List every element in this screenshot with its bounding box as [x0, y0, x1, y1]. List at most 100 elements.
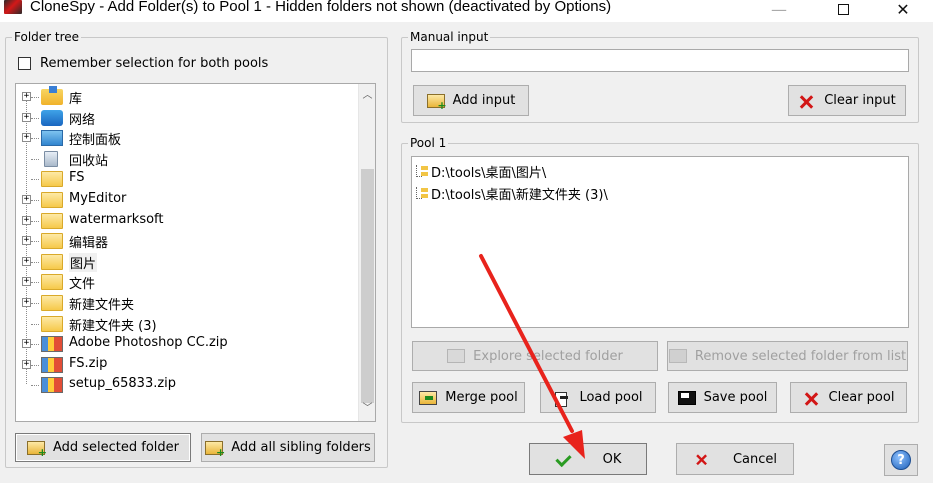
tree-expand-icon[interactable]: + — [22, 195, 31, 204]
tree-item-label: 网络 — [69, 112, 96, 128]
tree-item[interactable]: + 控制面板 — [16, 128, 356, 148]
tree-vertical-scrollbar[interactable]: ︿ ﹀ — [358, 84, 375, 421]
maximize-icon — [837, 3, 849, 15]
tree-expand-icon[interactable]: + — [22, 277, 31, 287]
tree-item[interactable]: + 图片 — [16, 252, 356, 272]
tree-item-label: 图片 — [69, 252, 98, 272]
tree-item-label: Adobe Photoshop CC.zip — [69, 335, 228, 351]
folder-icon — [41, 253, 63, 270]
zip-icon — [41, 377, 63, 394]
explore-selected-folder-button[interactable]: Explore selected folder — [412, 341, 658, 371]
tree-item-label: watermarksoft — [69, 211, 164, 227]
tree-expand-icon[interactable]: + — [22, 92, 31, 101]
tree-expand-icon[interactable]: + — [22, 236, 31, 246]
add-input-icon — [426, 93, 447, 112]
tree-item-label: FS.zip — [69, 355, 108, 371]
scroll-down-arrow-icon[interactable]: ﹀ — [359, 400, 376, 417]
scroll-up-arrow-icon[interactable]: ︿ — [359, 87, 376, 104]
add-siblings-icon — [205, 440, 225, 459]
pool-group-label: Pool 1 — [408, 136, 449, 150]
remove-selected-folder-button[interactable]: Remove selected folder from list — [667, 341, 908, 371]
remember-selection-label: Remember selection for both pools — [40, 56, 269, 71]
network-icon — [41, 109, 63, 126]
minimize-button[interactable]: — — [756, 0, 802, 19]
minimize-icon: — — [771, 0, 787, 19]
save-pool-icon — [677, 390, 696, 405]
help-button[interactable]: ? — [884, 444, 918, 476]
ok-button[interactable]: OK — [529, 443, 647, 475]
tree-item-label: FS — [69, 170, 85, 186]
cancel-button[interactable]: Cancel — [676, 443, 794, 475]
control-panel-icon — [41, 130, 63, 147]
tree-connector — [31, 138, 39, 140]
clear-pool-button[interactable]: Clear pool — [790, 382, 907, 413]
tree-item-label: 新建文件夹 (3) — [69, 318, 157, 334]
folder-icon — [41, 212, 63, 229]
clear-input-button[interactable]: Clear input — [788, 85, 906, 116]
tree-item[interactable]: + 网络 — [16, 108, 356, 128]
add-input-button[interactable]: Add input — [413, 85, 529, 116]
tree-item-label: 新建文件夹 — [69, 298, 135, 313]
load-pool-label: Load pool — [579, 390, 643, 405]
tree-expand-icon[interactable]: + — [22, 298, 31, 307]
load-pool-button[interactable]: Load pool — [540, 382, 656, 413]
recycle-bin-icon — [44, 150, 58, 167]
remove-folder-icon — [668, 349, 687, 363]
folder-tree[interactable]: + 库 + 网络 + 控制面板 回收站 FS + MyEditor + watermarksoft + 编… — [15, 83, 376, 422]
tree-connector — [31, 344, 39, 346]
window-title: CloneSpy - Add Folder(s) to Pool 1 - Hid… — [30, 0, 612, 15]
remember-selection-checkbox[interactable] — [18, 57, 31, 70]
tree-item[interactable]: + 库 — [16, 86, 356, 107]
cancel-x-icon — [695, 453, 709, 464]
tree-expand-icon[interactable]: + — [22, 339, 31, 349]
scrollbar-thumb[interactable] — [361, 169, 374, 403]
merge-pool-button[interactable]: Merge pool — [412, 382, 525, 413]
tree-item[interactable]: setup_65833.zip — [16, 375, 356, 395]
tree-item[interactable]: + 编辑器 — [16, 231, 356, 251]
tree-connector — [31, 282, 39, 284]
tree-item-label: 库 — [69, 92, 83, 107]
tree-item[interactable]: 回收站 — [16, 149, 356, 169]
save-pool-button[interactable]: Save pool — [668, 382, 777, 413]
tree-item[interactable]: 新建文件夹 (3) — [16, 314, 356, 334]
tree-item-label: MyEditor — [69, 191, 127, 206]
folder-icon — [41, 233, 63, 250]
add-selected-folder-button[interactable]: Add selected folder — [15, 433, 191, 462]
tree-connector — [31, 261, 39, 263]
close-button[interactable]: ✕ — [880, 0, 926, 19]
pool-list-item[interactable]: D:\tools\桌面\新建文件夹 (3)\ — [415, 184, 608, 203]
tree-item[interactable]: + watermarksoft — [16, 211, 356, 231]
pool-folder-list[interactable]: D:\tools\桌面\图片\ D:\tools\桌面\新建文件夹 (3)\ — [411, 156, 909, 328]
add-all-sibling-folders-button[interactable]: Add all sibling folders — [201, 433, 375, 462]
tree-expand-icon[interactable]: + — [22, 359, 31, 369]
tree-item[interactable]: + Adobe Photoshop CC.zip — [16, 334, 356, 354]
title-bar: CloneSpy - Add Folder(s) to Pool 1 - Hid… — [0, 0, 933, 22]
tree-connector — [31, 97, 39, 98]
help-icon: ? — [891, 450, 911, 470]
add-all-sibling-folders-label: Add all sibling folders — [231, 440, 371, 455]
tree-item[interactable]: FS — [16, 169, 356, 189]
manual-input-group-label: Manual input — [408, 30, 491, 44]
add-input-label: Add input — [452, 93, 516, 108]
pool-list-item[interactable]: D:\tools\桌面\图片\ — [415, 162, 546, 181]
tree-expand-icon[interactable]: + — [22, 112, 31, 122]
tree-item[interactable]: + FS.zip — [16, 355, 356, 375]
explore-selected-folder-label: Explore selected folder — [473, 348, 623, 364]
tree-expand-icon[interactable]: + — [22, 133, 31, 143]
load-pool-icon — [553, 391, 571, 407]
tree-item[interactable]: + MyEditor — [16, 190, 356, 210]
remove-selected-folder-label: Remove selected folder from list — [694, 348, 907, 364]
tree-item[interactable]: + 新建文件夹 — [16, 293, 356, 313]
manual-input-field[interactable] — [411, 49, 909, 72]
tree-item-label: 编辑器 — [69, 236, 109, 252]
tree-expand-icon[interactable]: + — [22, 215, 31, 225]
tree-connector — [31, 241, 39, 243]
merge-pool-label: Merge pool — [445, 390, 518, 405]
tree-item[interactable]: + 文件 — [16, 272, 356, 292]
tree-connector — [31, 117, 39, 119]
tree-expand-icon[interactable]: + — [22, 256, 31, 266]
tree-connector — [31, 179, 39, 181]
maximize-button[interactable] — [820, 0, 866, 18]
tree-item-label: 回收站 — [69, 153, 109, 169]
explore-folder-icon — [447, 349, 466, 363]
